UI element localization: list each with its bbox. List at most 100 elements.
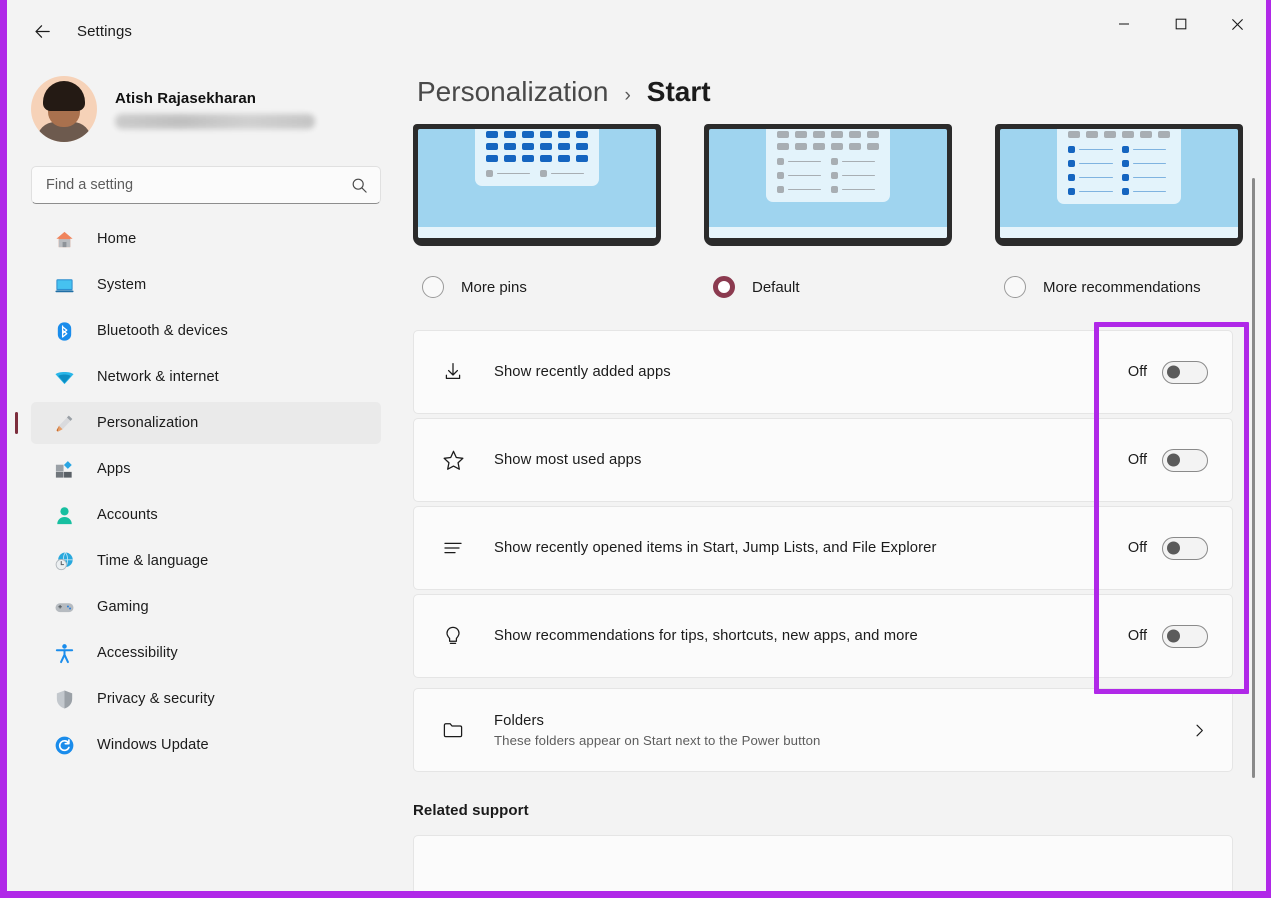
setting-row-recently-opened-items[interactable]: Show recently opened items in Start, Jum… [413, 506, 1233, 590]
sidebar-item-gaming[interactable]: Gaming [31, 586, 381, 628]
related-support-card[interactable] [413, 835, 1233, 891]
setting-row-recently-added-apps[interactable]: Show recently added apps Off [413, 330, 1233, 414]
search-input[interactable] [46, 177, 351, 193]
layout-preview-more-pins [413, 124, 661, 246]
network-icon [53, 366, 75, 388]
sidebar-item-apps[interactable]: Apps [31, 448, 381, 490]
radio-default[interactable] [713, 276, 735, 298]
sidebar-item-label: Home [97, 231, 136, 247]
setting-row-recommendations[interactable]: Show recommendations for tips, shortcuts… [413, 594, 1233, 678]
radio-row-more-pins[interactable]: More pins [413, 276, 661, 298]
sidebar-item-label: Personalization [97, 415, 198, 431]
sidebar-item-label: System [97, 277, 146, 293]
sidebar-item-accounts[interactable]: Accounts [31, 494, 381, 536]
maximize-button[interactable] [1152, 0, 1209, 48]
sidebar-item-label: Windows Update [97, 737, 209, 753]
sidebar-item-personalization[interactable]: Personalization [31, 402, 381, 444]
back-arrow-icon [33, 22, 52, 41]
setting-title: Folders [494, 713, 1191, 729]
system-icon [53, 274, 75, 296]
bluetooth-icon [53, 320, 75, 342]
title-bar: Settings [7, 0, 1266, 62]
minimize-icon [1118, 18, 1130, 30]
sidebar-item-system[interactable]: System [31, 264, 381, 306]
sidebar-item-accessibility[interactable]: Accessibility [31, 632, 381, 674]
toggle-state-label: Off [1128, 452, 1147, 468]
account-email-redacted [115, 114, 315, 129]
layout-option-default[interactable]: Default [704, 124, 952, 298]
gaming-icon [53, 596, 75, 618]
radio-row-default[interactable]: Default [704, 276, 952, 298]
layout-preview-default [704, 124, 952, 246]
search-icon [351, 177, 368, 194]
settings-window: Settings [0, 0, 1271, 898]
settings-scroll-area[interactable]: More pins [399, 124, 1266, 891]
setting-row-folders[interactable]: Folders These folders appear on Start ne… [413, 688, 1233, 772]
breadcrumb: Personalization › Start [399, 62, 1266, 108]
close-button[interactable] [1209, 0, 1266, 48]
accessibility-icon [53, 642, 75, 664]
radio-more-recommendations[interactable] [1004, 276, 1026, 298]
sidebar-item-label: Accounts [97, 507, 158, 523]
sidebar-item-label: Bluetooth & devices [97, 323, 228, 339]
radio-label: More recommendations [1043, 279, 1201, 296]
sidebar-nav: Home System [7, 218, 399, 766]
time-language-icon [53, 550, 75, 572]
start-layout-options: More pins [399, 124, 1266, 298]
sidebar-item-privacy-security[interactable]: Privacy & security [31, 678, 381, 720]
maximize-icon [1175, 18, 1187, 30]
star-icon [436, 443, 470, 477]
lightbulb-icon [436, 619, 470, 653]
personalization-icon [53, 412, 75, 434]
back-button[interactable] [25, 14, 59, 48]
settings-card-list: Show recently added apps Off Show mos [399, 330, 1266, 772]
related-support-heading: Related support [413, 802, 1233, 819]
content-scrollbar[interactable] [1252, 178, 1255, 778]
recent-items-icon [436, 531, 470, 565]
sidebar-item-network-internet[interactable]: Network & internet [31, 356, 381, 398]
accounts-icon [53, 504, 75, 526]
sidebar-item-home[interactable]: Home [31, 218, 381, 260]
breadcrumb-parent[interactable]: Personalization [417, 76, 608, 108]
radio-label: More pins [461, 279, 527, 296]
setting-title: Show recently opened items in Start, Jum… [494, 540, 1128, 556]
setting-title: Show most used apps [494, 452, 1128, 468]
minimize-button[interactable] [1095, 0, 1152, 48]
sidebar-item-label: Network & internet [97, 369, 219, 385]
sidebar-item-label: Apps [97, 461, 131, 477]
setting-row-most-used-apps[interactable]: Show most used apps Off [413, 418, 1233, 502]
setting-title: Show recommendations for tips, shortcuts… [494, 628, 1128, 644]
toggle-recommendations[interactable] [1162, 625, 1208, 648]
toggle-recently-opened-items[interactable] [1162, 537, 1208, 560]
toggle-recently-added-apps[interactable] [1162, 361, 1208, 384]
window-controls [1095, 0, 1266, 48]
avatar [31, 76, 97, 142]
home-icon [53, 228, 75, 250]
related-support-section: Related support [399, 776, 1266, 891]
toggle-state-label: Off [1128, 628, 1147, 644]
sidebar-item-label: Accessibility [97, 645, 178, 661]
account-block[interactable]: Atish Rajasekharan [7, 62, 399, 142]
chevron-right-icon [1191, 722, 1208, 739]
setting-title: Show recently added apps [494, 364, 1128, 380]
setting-subtitle: These folders appear on Start next to th… [494, 733, 1191, 748]
search-box[interactable] [31, 166, 381, 204]
toggle-state-label: Off [1128, 540, 1147, 556]
apps-icon [53, 458, 75, 480]
radio-more-pins[interactable] [422, 276, 444, 298]
windows-update-icon [53, 734, 75, 756]
radio-row-more-recommendations[interactable]: More recommendations [995, 276, 1243, 298]
content-pane: Personalization › Start [399, 62, 1266, 891]
sidebar-item-windows-update[interactable]: Windows Update [31, 724, 381, 766]
sidebar-item-label: Privacy & security [97, 691, 215, 707]
sidebar-item-time-language[interactable]: Time & language [31, 540, 381, 582]
sidebar-item-bluetooth-devices[interactable]: Bluetooth & devices [31, 310, 381, 352]
layout-option-more-recommendations[interactable]: More recommendations [995, 124, 1243, 298]
chevron-right-icon: › [624, 85, 630, 107]
layout-preview-more-recommendations [995, 124, 1243, 246]
layout-option-more-pins[interactable]: More pins [413, 124, 661, 298]
page-title: Start [647, 76, 711, 108]
sidebar: Atish Rajasekharan [7, 62, 399, 891]
toggle-most-used-apps[interactable] [1162, 449, 1208, 472]
toggle-state-label: Off [1128, 364, 1147, 380]
